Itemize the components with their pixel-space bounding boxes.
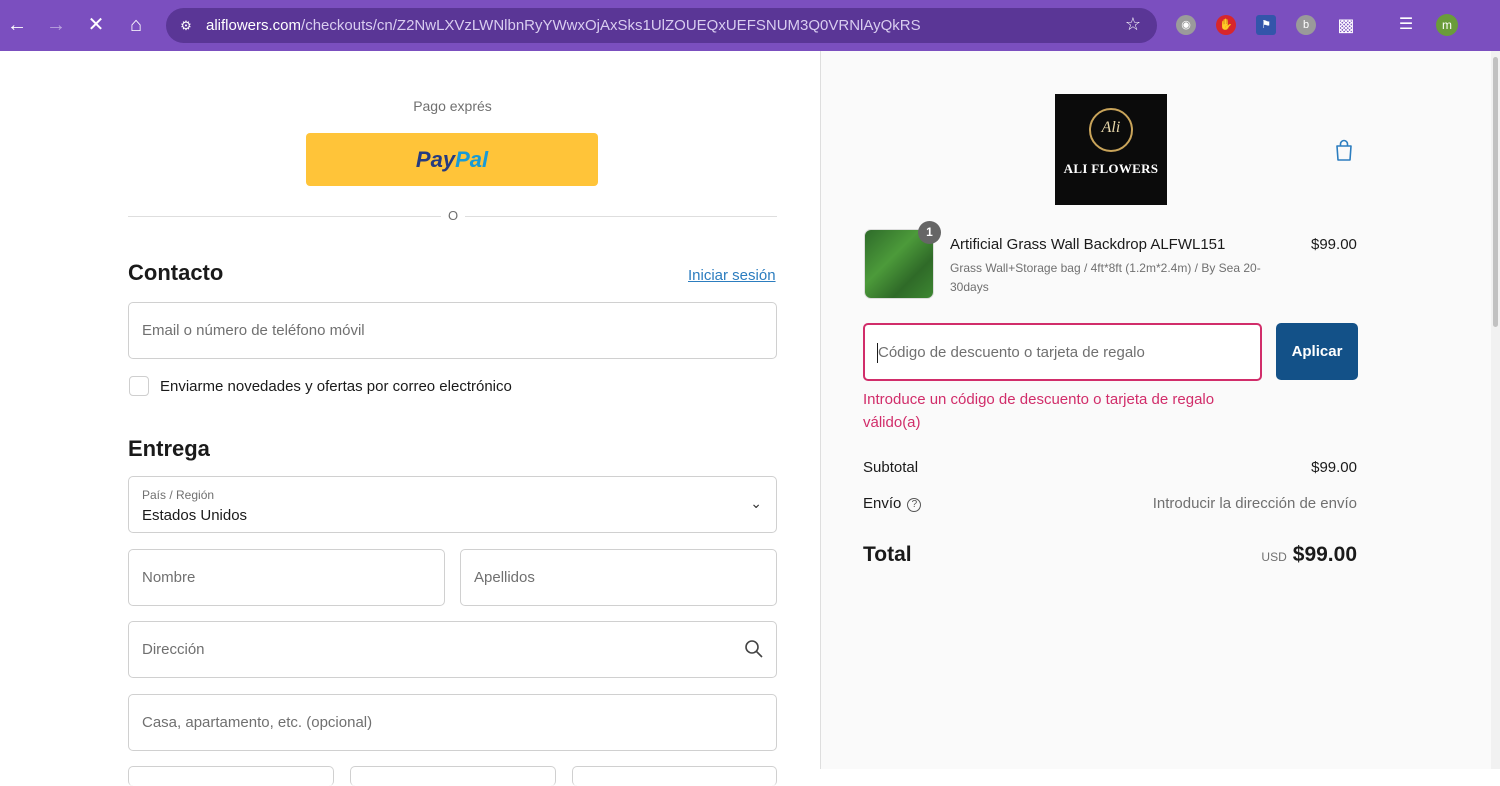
apply-button[interactable]: Aplicar (1276, 323, 1358, 380)
express-checkout-label: Pago exprés (413, 98, 492, 114)
product-variant: Grass Wall+Storage bag / 4ft*8ft (1.2m*2… (950, 261, 1261, 294)
apartment-placeholder: Casa, apartamento, etc. (opcional) (142, 714, 373, 731)
address-field[interactable]: Dirección (128, 621, 777, 678)
email-field[interactable]: Email o número de teléfono móvil (128, 302, 777, 359)
address-bar[interactable]: ⚙ aliflowers.com/checkouts/cn/Z2NwLXVzLW… (166, 8, 1157, 43)
delivery-heading: Entrega (128, 436, 210, 461)
email-placeholder: Email o número de teléfono móvil (142, 322, 365, 339)
discount-error-message: Introduce un código de descuento o tarje… (863, 391, 1215, 431)
flag-extension-icon[interactable]: ⚑ (1256, 15, 1276, 35)
currency-code: USD (1261, 550, 1287, 564)
paypal-logo-b: Pal (455, 147, 489, 172)
profile-avatar[interactable]: m (1436, 14, 1458, 36)
discount-code-input[interactable]: Código de descuento o tarjeta de regalo (863, 323, 1262, 381)
country-select[interactable]: País / Región Estados Unidos ⌄ (128, 476, 777, 533)
logo-bottom-text: ALI FLOWERS (1063, 161, 1159, 176)
checkout-form: Pago exprés PayPal O Contacto Iniciar se… (0, 51, 820, 786)
apartment-field[interactable]: Casa, apartamento, etc. (opcional) (128, 694, 777, 751)
total-label: Total (863, 543, 912, 566)
shipping-value: Introducir la dirección de envío (1152, 495, 1357, 512)
help-icon[interactable]: ? (907, 498, 922, 512)
last-name-field[interactable]: Apellidos (460, 549, 777, 606)
or-divider-text: O (441, 208, 465, 223)
total-value: $99.00 (1292, 543, 1357, 566)
last-name-placeholder: Apellidos (474, 569, 535, 586)
media-icon[interactable]: ☰ (1396, 15, 1416, 35)
url-text[interactable]: aliflowers.com/checkouts/cn/Z2NwLXVzLWNl… (206, 17, 921, 34)
stop-extension-icon[interactable]: ✋ (1216, 15, 1236, 35)
site-settings-icon[interactable]: ⚙ (176, 16, 196, 36)
b-extension-icon[interactable]: b (1296, 15, 1316, 35)
state-field[interactable] (350, 766, 556, 786)
first-name-field[interactable]: Nombre (128, 549, 445, 606)
city-field[interactable] (128, 766, 334, 786)
shipping-row: Envío? (863, 495, 922, 512)
zip-field[interactable] (572, 766, 777, 786)
home-icon[interactable]: ⌂ (124, 13, 148, 37)
store-logo[interactable]: Ali ALI FLOWERS (1055, 94, 1167, 205)
address-placeholder: Dirección (142, 641, 205, 658)
newsletter-checkbox[interactable] (129, 376, 149, 396)
star-icon[interactable]: ☆ (1125, 14, 1141, 35)
first-name-placeholder: Nombre (142, 569, 196, 586)
subtotal-value: $99.00 (1311, 459, 1357, 476)
country-value: Estados Unidos (142, 507, 248, 524)
order-summary: Ali ALI FLOWERS 1 Artificial Grass Wall … (820, 51, 1500, 769)
paypal-button[interactable]: PayPal (306, 133, 598, 186)
camera-extension-icon[interactable]: ◉ (1176, 15, 1196, 35)
logo-top-text: Ali (1101, 119, 1121, 136)
product-title: Artificial Grass Wall Backdrop ALFWL151 (950, 236, 1226, 253)
page-scrollbar[interactable] (1491, 51, 1500, 769)
scrollbar-thumb[interactable] (1493, 57, 1498, 327)
chevron-down-icon: ⌄ (750, 495, 762, 511)
extensions-icon[interactable]: ▩ (1336, 15, 1356, 35)
subtotal-label: Subtotal (863, 459, 919, 476)
forward-icon[interactable]: → (44, 13, 68, 37)
country-label: País / Región (142, 488, 215, 502)
login-link[interactable]: Iniciar sesión (688, 267, 776, 284)
back-icon[interactable]: ← (5, 13, 29, 37)
shipping-label: Envío (863, 495, 902, 512)
search-icon (745, 640, 763, 658)
discount-placeholder: Código de descuento o tarjeta de regalo (878, 344, 1145, 361)
contact-heading: Contacto (128, 260, 224, 285)
shopping-bag-icon[interactable] (1334, 138, 1354, 162)
browser-toolbar: ← → ✕ ⌂ ⚙ aliflowers.com/checkouts/cn/Z2… (0, 0, 1500, 51)
newsletter-label[interactable]: Enviarme novedades y ofertas por correo … (160, 378, 512, 395)
quantity-badge: 1 (918, 221, 941, 244)
paypal-logo-a: Pay (415, 147, 456, 172)
close-icon[interactable]: ✕ (84, 13, 108, 37)
total-amount: USD $99.00 (1261, 543, 1357, 567)
product-price: $99.00 (1311, 236, 1357, 253)
